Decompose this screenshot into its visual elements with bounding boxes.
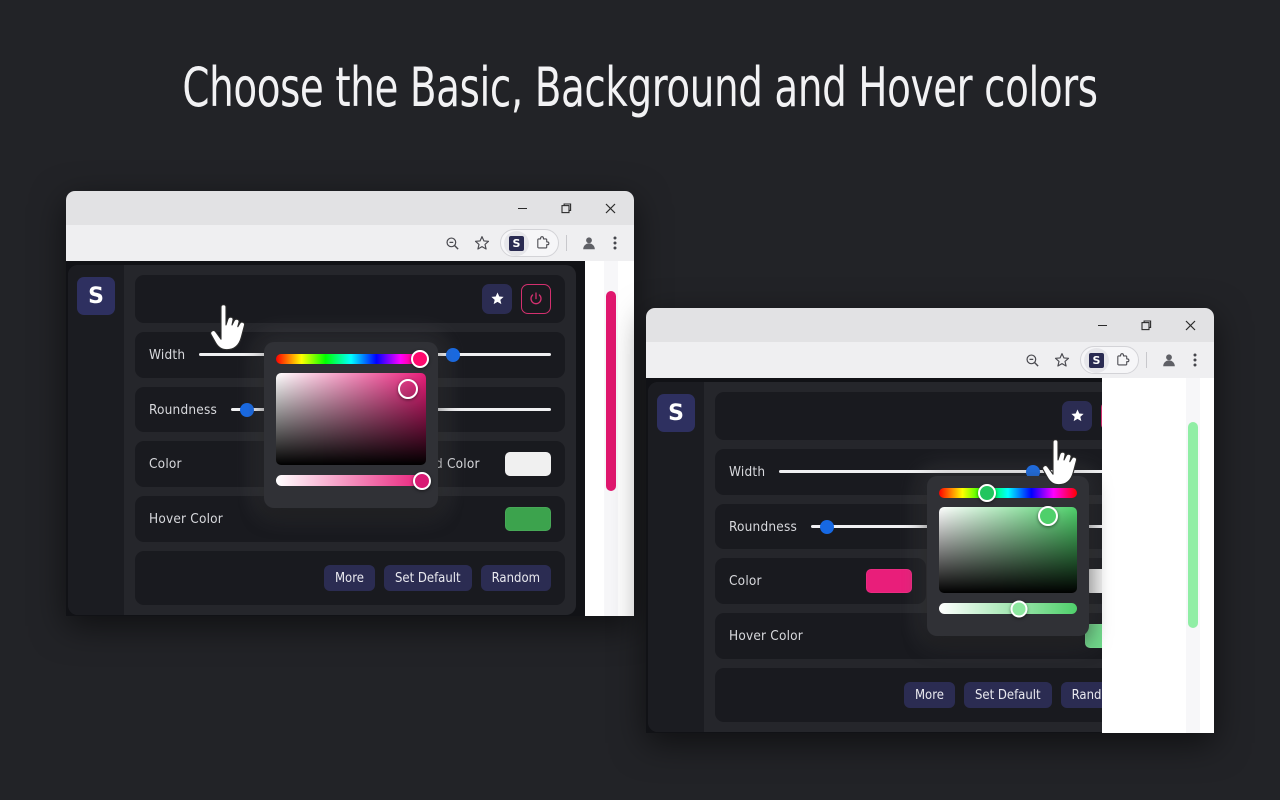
extension-s-letter: S (509, 235, 524, 251)
top-actions-row-one (135, 275, 565, 323)
browser-window-one: S S Width Roundness Color Color Hover Co… (66, 191, 634, 616)
roundness-slider-thumb[interactable] (820, 519, 834, 534)
alpha-thumb-one[interactable] (412, 471, 431, 490)
color-picker-two (927, 476, 1089, 636)
roundness-slider-thumb[interactable] (240, 402, 254, 417)
zoom-out-icon[interactable] (437, 229, 467, 257)
actions-row-one: More Set Default Random (135, 551, 565, 606)
browser-menu-icon[interactable] (1184, 346, 1206, 374)
width-label: Width (149, 346, 186, 363)
top-actions-row-two (715, 392, 1145, 440)
more-button[interactable]: More (323, 565, 375, 592)
extension-s-icon[interactable]: S (1084, 347, 1109, 373)
close-button[interactable] (588, 191, 632, 225)
color-swatch[interactable] (865, 569, 912, 594)
width-slider-track (779, 470, 1131, 474)
star-icon (490, 292, 504, 305)
close-button[interactable] (1168, 308, 1212, 342)
hover-color-label: Hover Color (729, 628, 803, 645)
favorite-button[interactable] (482, 283, 512, 314)
width-label: Width (729, 463, 766, 480)
roundness-label: Roundness (729, 518, 798, 535)
power-button[interactable] (521, 283, 551, 314)
page-title: Choose the Basic, Background and Hover c… (182, 56, 1098, 119)
color-row-two: Color (715, 558, 926, 605)
hover-color-swatch[interactable] (505, 507, 551, 532)
extension-s-icon[interactable]: S (504, 230, 529, 256)
toolbar-divider (566, 235, 567, 251)
saturation-value-area-two[interactable] (939, 505, 1077, 593)
color-picker-one (264, 342, 438, 508)
width-slider-thumb[interactable] (445, 347, 460, 362)
browser-menu-icon[interactable] (604, 229, 626, 257)
browser-toolbar-one: S (66, 225, 634, 261)
saturation-value-area-one[interactable] (276, 373, 426, 465)
scrollbar-thumb-two[interactable] (1188, 422, 1198, 628)
zoom-out-icon[interactable] (1017, 346, 1047, 374)
roundness-label: Roundness (149, 401, 218, 418)
web-page-one (585, 261, 634, 616)
extension-pill-one: S (500, 229, 559, 257)
maximize-button[interactable] (1124, 308, 1168, 342)
extension-pill-two: S (1080, 346, 1139, 374)
browser-toolbar-two: S (646, 342, 1214, 378)
titlebar-one (66, 191, 634, 225)
color-label: Color (149, 456, 182, 473)
power-icon (530, 292, 542, 305)
maximize-button[interactable] (544, 191, 588, 225)
extensions-puzzle-icon[interactable] (529, 229, 555, 257)
more-button[interactable]: More (903, 682, 955, 709)
scrollbar-track-one[interactable] (604, 261, 618, 616)
profile-avatar-icon[interactable] (574, 229, 604, 257)
page-content-one: S Width Roundness Color Color Hover Colo… (66, 261, 634, 616)
set-default-button[interactable]: Set Default (963, 682, 1052, 709)
extension-logo[interactable]: S (77, 277, 115, 315)
scrollbar-thumb-one[interactable] (606, 291, 616, 491)
extension-rail-one: S (68, 265, 124, 615)
set-default-button[interactable]: Set Default (383, 565, 472, 592)
width-slider-two[interactable] (779, 464, 1131, 479)
profile-avatar-icon[interactable] (1154, 346, 1184, 374)
hue-slider-one[interactable] (276, 350, 429, 368)
saturation-value-thumb-two[interactable] (1038, 505, 1059, 526)
hue-slider-two[interactable] (939, 484, 1077, 502)
minimize-button[interactable] (500, 191, 544, 225)
toolbar-divider (1146, 352, 1147, 368)
minimize-button[interactable] (1080, 308, 1124, 342)
bookmark-star-icon[interactable] (1047, 346, 1077, 374)
extension-s-letter: S (1089, 352, 1104, 368)
web-page-two (1102, 378, 1214, 733)
bookmark-star-icon[interactable] (467, 229, 497, 257)
background-color-swatch[interactable] (505, 452, 551, 477)
color-label: Color (729, 573, 762, 590)
favorite-button[interactable] (1062, 400, 1092, 431)
alpha-slider-one[interactable] (276, 471, 431, 490)
alpha-thumb-two[interactable] (1010, 600, 1028, 617)
random-button[interactable]: Random (480, 565, 551, 592)
titlebar-two (646, 308, 1214, 342)
extension-rail-two: S (648, 382, 704, 732)
hover-color-label: Hover Color (149, 511, 223, 528)
actions-row-two: More Set Default Random (715, 668, 1145, 723)
extension-logo[interactable]: S (657, 394, 695, 432)
star-icon (1070, 409, 1084, 422)
scrollbar-track-two[interactable] (1186, 378, 1200, 733)
page-content-two: S Width Roundness Color Hover Color More… (646, 378, 1214, 733)
extensions-puzzle-icon[interactable] (1109, 346, 1135, 374)
hue-thumb-one[interactable] (411, 350, 429, 368)
hue-thumb-two[interactable] (978, 484, 997, 502)
alpha-slider-two[interactable] (939, 600, 1077, 617)
saturation-value-thumb-one[interactable] (398, 378, 418, 399)
browser-window-two: S S Width Roundness Color Hover Color Mo… (646, 308, 1214, 733)
